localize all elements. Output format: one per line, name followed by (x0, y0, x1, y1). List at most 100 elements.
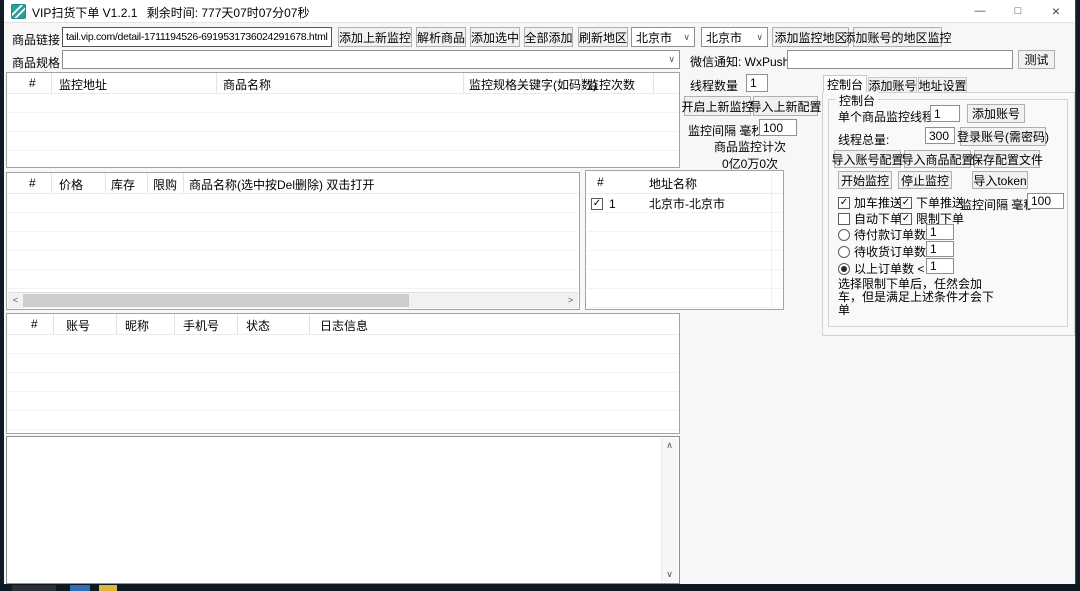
column-header[interactable]: 限购 (153, 176, 177, 193)
per-product-thread-input[interactable]: 1 (930, 105, 960, 122)
taskbar-icon[interactable] (12, 585, 56, 591)
refresh-region-button[interactable]: 刷新地区 (578, 27, 628, 47)
taskbar-icon[interactable] (70, 585, 90, 591)
column-header[interactable]: 商品名称(选中按Del删除) 双击打开 (189, 176, 374, 193)
thread-count-input[interactable]: 1 (746, 74, 768, 92)
parse-product-button[interactable]: 解析商品 (416, 27, 466, 47)
test-button[interactable]: 测试 (1018, 50, 1055, 69)
login-account-button[interactable]: 登录账号(需密码) (960, 127, 1046, 146)
pending-payment-input[interactable]: 1 (926, 224, 954, 240)
checkbox-checked-icon: ✓ (838, 197, 850, 209)
wechat-token-input[interactable] (787, 50, 1013, 69)
spec-label: 商品规格 (12, 54, 60, 71)
hscrollbar-thumb[interactable] (23, 294, 409, 307)
import-product-config-button[interactable]: 导入商品配置 (904, 150, 971, 168)
monitor-interval-label: 监控间隔 毫秒 (688, 122, 763, 139)
pending-payment-radio[interactable]: 待付款订单数 < (838, 226, 936, 243)
column-header[interactable]: 商品名称 (223, 76, 271, 93)
log-vscrollbar[interactable]: ∧ ∨ (661, 438, 678, 582)
column-header[interactable]: 价格 (59, 176, 83, 193)
window-title: VIP扫货下单 V1.2.1 剩余时间: 777天07时07分07秒 (32, 4, 309, 21)
total-thread-input[interactable]: 300 (925, 127, 955, 144)
checkbox-checked-icon[interactable]: ✓ (591, 198, 603, 210)
add-account-button[interactable]: 添加账号 (967, 104, 1025, 123)
add-new-monitor-button[interactable]: 添加上新监控 (338, 27, 412, 47)
maximize-button[interactable]: □ (999, 0, 1037, 22)
column-separator (581, 73, 582, 93)
checkbox-unchecked-icon (838, 213, 850, 225)
column-header[interactable]: 手机号 (183, 317, 219, 334)
column-header[interactable]: 状态 (246, 317, 270, 334)
order-push-label: 下单推送 (916, 194, 964, 211)
close-button[interactable]: × (1037, 0, 1075, 22)
taskbar-icon[interactable] (99, 585, 117, 591)
monitor-table: # 监控地址 商品名称 监控规格关键字(如码数) 监控次数 (6, 72, 680, 168)
title-bar: VIP扫货下单 V1.2.1 剩余时间: 777天07时07分07秒 — □ × (4, 0, 1075, 23)
column-header[interactable]: 库存 (111, 176, 135, 193)
product-table-hscrollbar[interactable]: < > (8, 292, 578, 308)
stop-monitor-button[interactable]: 停止监控 (898, 171, 952, 189)
city-select[interactable]: 北京市 ∨ (701, 27, 768, 47)
column-header[interactable]: 监控次数 (587, 76, 635, 93)
column-header[interactable]: 账号 (66, 317, 90, 334)
cart-push-checkbox[interactable]: ✓ 加车推送 (838, 194, 902, 211)
column-header[interactable]: 监控规格关键字(如码数) (469, 76, 597, 93)
chevron-down-icon: ∨ (756, 33, 763, 42)
taskbar (0, 584, 1080, 591)
scroll-down-icon[interactable]: ∨ (662, 567, 677, 582)
column-header[interactable]: 昵称 (125, 317, 149, 334)
column-header[interactable]: # (29, 76, 36, 90)
above-orders-input[interactable]: 1 (926, 258, 954, 274)
add-selected-button[interactable]: 添加选中 (470, 27, 520, 47)
product-table-header: # 价格 库存 限购 商品名称(选中按Del删除) 双击打开 (7, 173, 579, 194)
minimize-button[interactable]: — (961, 0, 999, 22)
add-account-region-monitor-button[interactable]: 添加账号的地区监控 (853, 27, 942, 47)
cart-push-label: 加车推送 (854, 194, 902, 211)
pending-receipt-input[interactable]: 1 (926, 241, 954, 257)
address-row-name: 北京市-北京市 (649, 195, 725, 212)
auto-order-checkbox[interactable]: 自动下单 (838, 210, 902, 227)
monitor-counter-label: 商品监控计次 (680, 138, 820, 155)
save-config-file-button[interactable]: 保存配置文件 (974, 150, 1040, 168)
pending-receipt-radio[interactable]: 待收货订单数 < (838, 243, 936, 260)
checkbox-checked-icon: ✓ (900, 197, 912, 209)
column-header[interactable]: # (29, 176, 36, 190)
scroll-left-icon[interactable]: < (8, 293, 23, 307)
spec-combobox[interactable]: ∨ (62, 50, 680, 69)
import-token-button[interactable]: 导入token (972, 171, 1028, 189)
province-select[interactable]: 北京市 ∨ (631, 27, 695, 47)
tab-address-settings[interactable]: 地址设置 (918, 77, 967, 93)
scroll-right-icon[interactable]: > (563, 293, 578, 307)
column-header[interactable]: 地址名称 (649, 175, 697, 192)
column-header[interactable]: 日志信息 (320, 317, 368, 334)
add-monitor-region-button[interactable]: 添加监控地区 (772, 27, 849, 47)
column-header[interactable]: # (31, 317, 38, 331)
start-new-monitor-button[interactable]: 开启上新监控 (684, 96, 751, 116)
scroll-up-icon[interactable]: ∧ (662, 438, 677, 453)
column-header[interactable]: 监控地址 (59, 76, 107, 93)
tab-add-account[interactable]: 添加账号 (868, 77, 917, 93)
column-header[interactable]: # (597, 175, 604, 189)
console-group-title: 控制台 (836, 92, 878, 109)
address-row[interactable]: ✓ 1 北京市-北京市 (586, 194, 782, 213)
start-monitor-button[interactable]: 开始监控 (838, 171, 892, 189)
app-logo-icon (11, 4, 26, 19)
monitor-interval-input[interactable]: 100 (759, 119, 797, 136)
product-link-input[interactable]: tail.vip.com/detail-1711194526-691953173… (62, 27, 332, 47)
import-account-config-button[interactable]: 导入账号配置 (834, 150, 901, 168)
checkbox-checked-icon: ✓ (900, 213, 912, 225)
panel-interval-input[interactable]: 100 (1027, 193, 1064, 209)
monitor-table-body (8, 94, 678, 166)
close-icon: × (1052, 3, 1060, 19)
log-box[interactable]: ∧ ∨ (6, 436, 680, 584)
add-all-button[interactable]: 全部添加 (524, 27, 573, 47)
minimize-icon: — (975, 5, 986, 17)
account-table-body (8, 335, 678, 432)
import-new-config-button[interactable]: 导入上新配置 (753, 96, 818, 116)
app-window: VIP扫货下单 V1.2.1 剩余时间: 777天07时07分07秒 — □ ×… (4, 0, 1076, 584)
column-separator (116, 314, 117, 334)
above-orders-radio[interactable]: 以上订单数 < (838, 260, 924, 277)
tab-console[interactable]: 控制台 (823, 75, 867, 93)
address-row-index: 1 (609, 197, 616, 211)
order-push-checkbox[interactable]: ✓ 下单推送 (900, 194, 964, 211)
